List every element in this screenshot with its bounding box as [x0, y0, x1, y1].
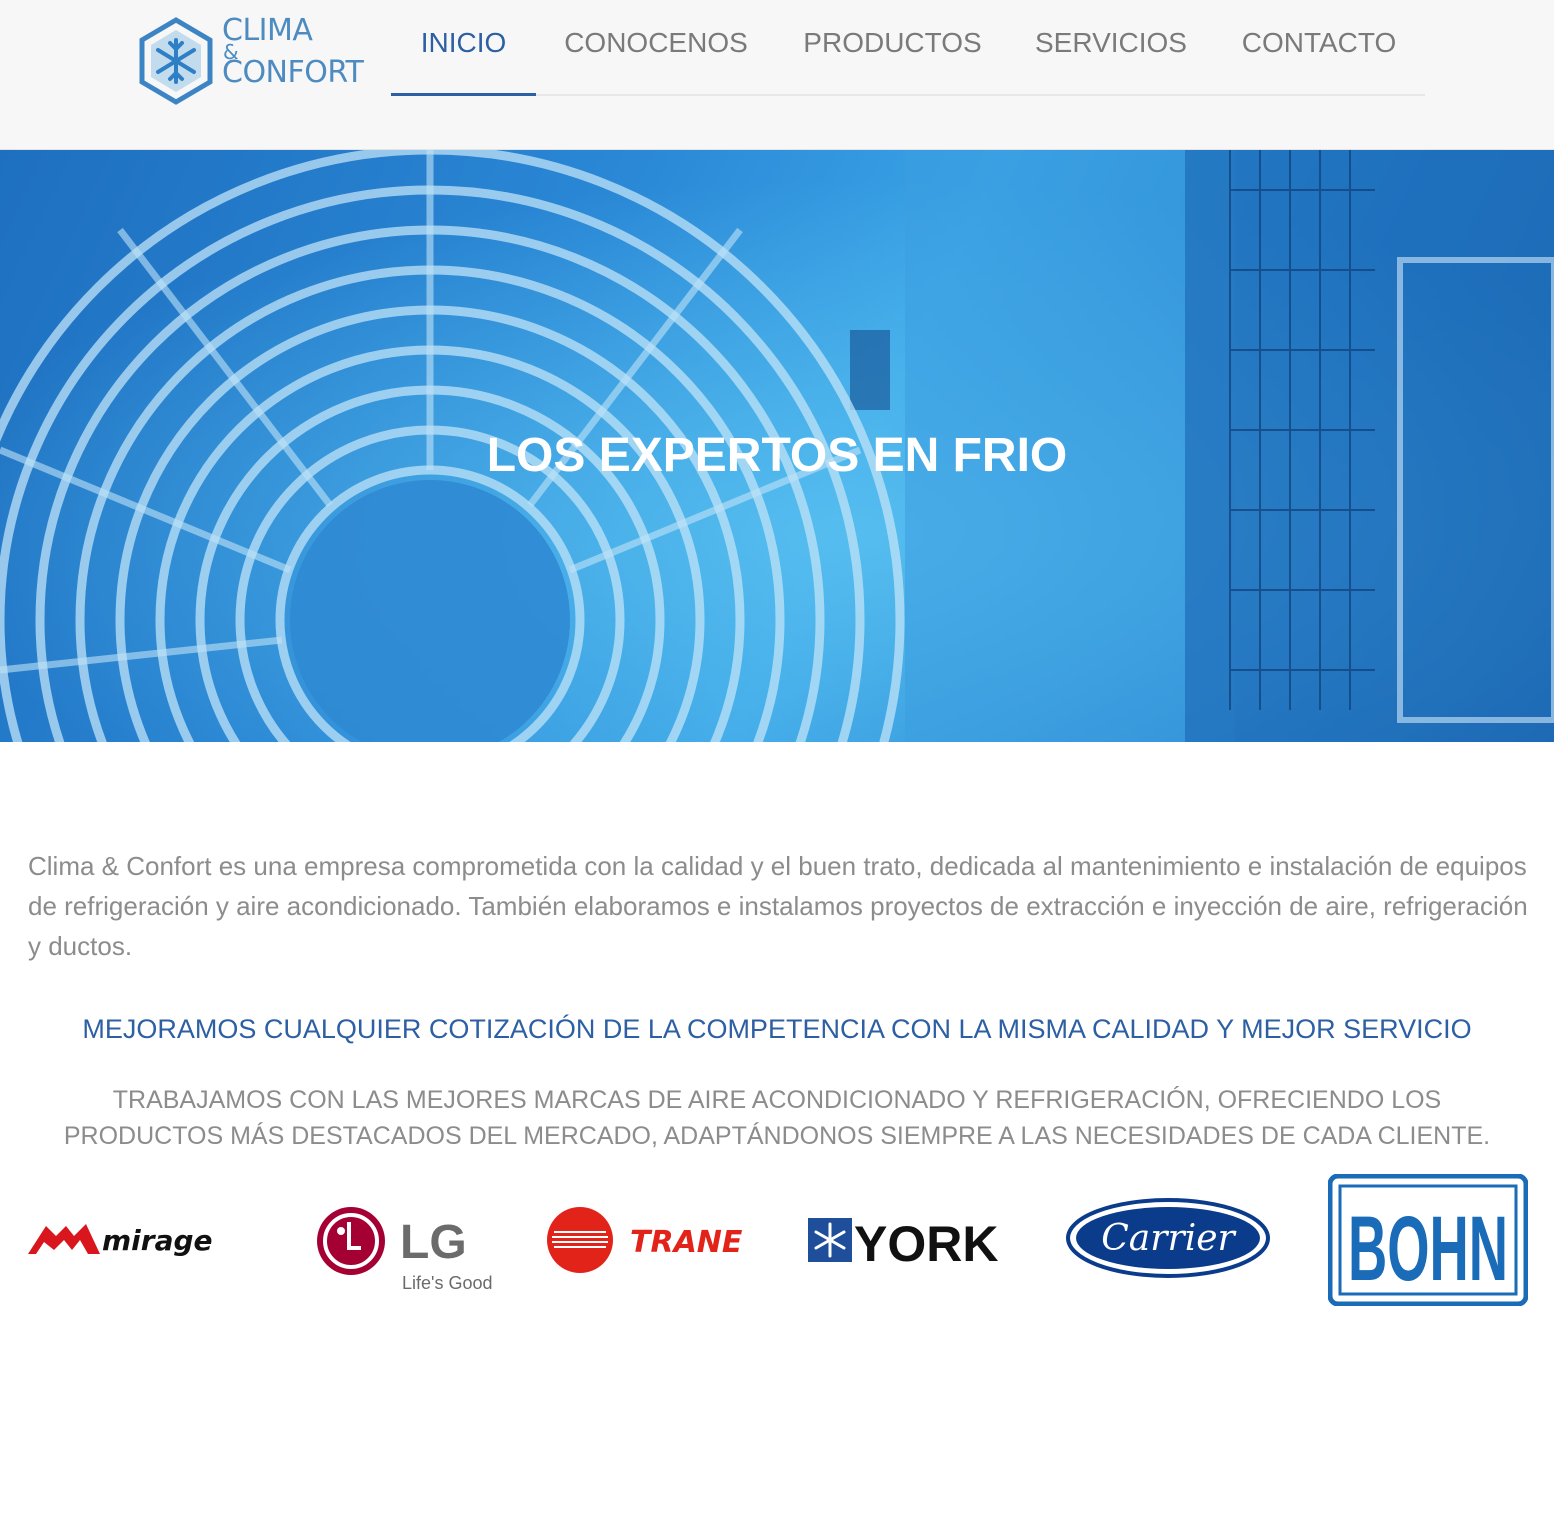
carrier-wordmark: Carrier	[1101, 1218, 1236, 1259]
site-logo[interactable]: CLIMA & CONFORT	[136, 14, 376, 110]
mirage-wordmark: mirage	[102, 1224, 213, 1257]
promo-heading: MEJORAMOS CUALQUIER COTIZACIÓN DE LA COM…	[82, 1014, 1472, 1044]
trane-wordmark: TRANE	[630, 1225, 743, 1260]
hero-banner: LOS EXPERTOS EN FRIO	[0, 150, 1554, 742]
bohn-wordmark: BOHN	[1348, 1198, 1508, 1300]
snowflake-hexagon-icon	[139, 17, 213, 105]
nav-item-servicios[interactable]: SERVICIOS	[1009, 0, 1213, 96]
brand-logo-lg: LG Life's Good	[316, 1204, 496, 1296]
nav-item-contacto[interactable]: CONTACTO	[1213, 0, 1425, 96]
york-wordmark: YORK	[854, 1216, 998, 1270]
lg-wordmark: LG	[400, 1216, 467, 1269]
logo-wordmark: CLIMA & CONFORT	[222, 13, 364, 90]
logo-line-1: CLIMA	[222, 13, 313, 48]
main-nav: INICIO CONOCENOS PRODUCTOS SERVICIOS CON…	[391, 0, 1425, 96]
brand-logo-carrier: Carrier	[1066, 1198, 1272, 1280]
nav-item-productos[interactable]: PRODUCTOS	[776, 0, 1009, 96]
lg-tagline: Life's Good	[402, 1273, 493, 1293]
brand-logo-mirage: mirage	[28, 1214, 238, 1264]
logo-line-2: CONFORT	[222, 55, 364, 90]
hero-title: LOS EXPERTOS EN FRIO	[486, 429, 1068, 482]
site-header: CLIMA & CONFORT INICIO CONOCENOS PRODUCT…	[0, 0, 1554, 150]
brand-logo-trane: TRANE	[546, 1206, 756, 1276]
brand-logo-york: YORK	[808, 1214, 1018, 1270]
nav-item-inicio[interactable]: INICIO	[391, 0, 536, 96]
brand-logo-bohn: BOHN	[1328, 1174, 1528, 1306]
brands-paragraph: TRABAJAMOS CON LAS MEJORES MARCAS DE AIR…	[63, 1086, 1491, 1150]
intro-paragraph: Clima & Confort es una empresa compromet…	[28, 851, 1528, 961]
nav-item-conocenos[interactable]: CONOCENOS	[536, 0, 776, 96]
